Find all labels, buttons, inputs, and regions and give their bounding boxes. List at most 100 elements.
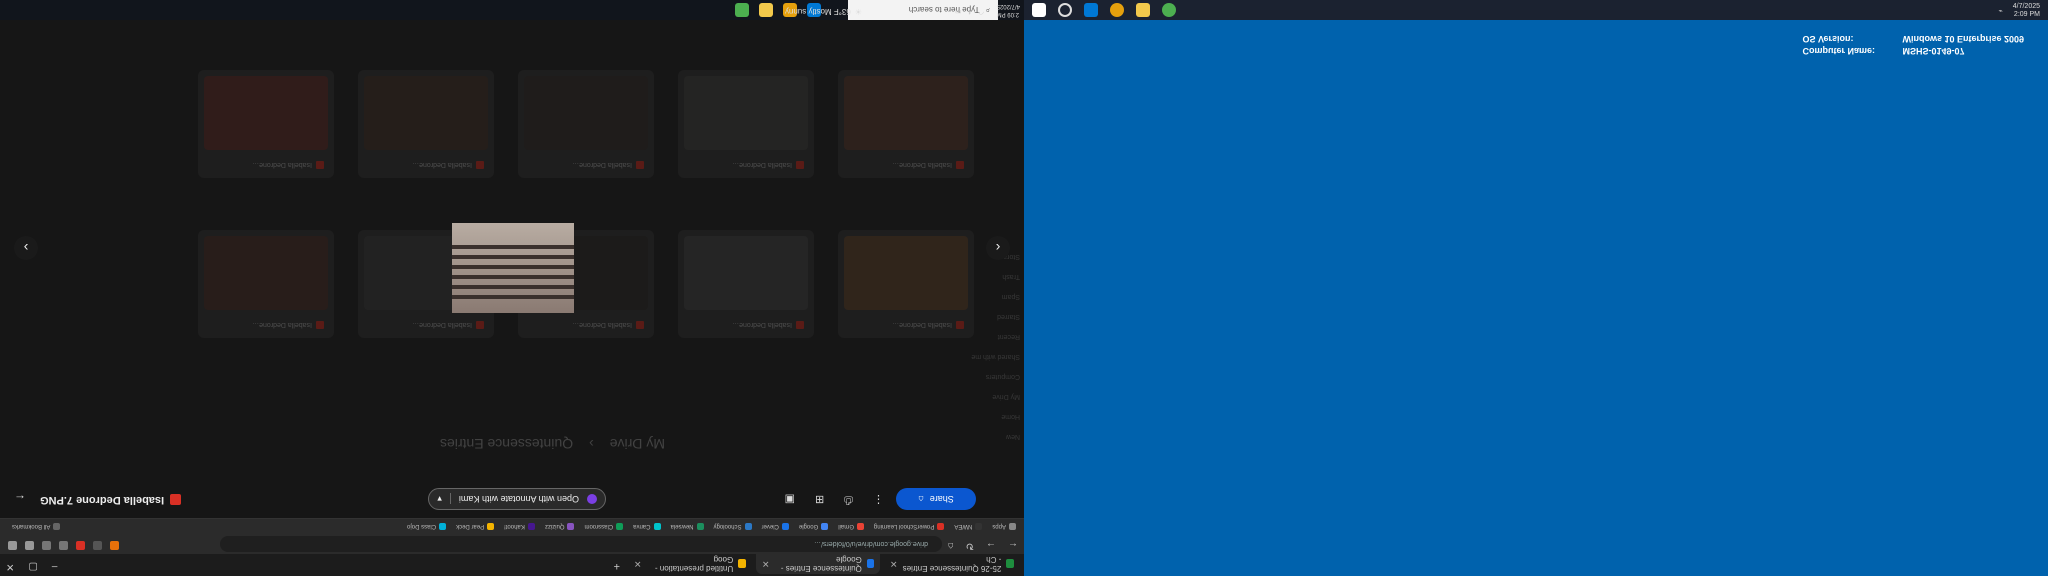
kami-icon [587, 494, 597, 504]
minimize-icon[interactable]: – [52, 561, 58, 572]
extension-icon[interactable] [93, 541, 102, 550]
all-bookmarks[interactable]: All Bookmarks [12, 523, 61, 530]
bookmark-item[interactable]: Kahoot! [504, 523, 535, 530]
more-vert-icon[interactable]: ⋮ [873, 493, 884, 506]
flipped-screen: 25-26 Quintessence Entries - Ch ✕ Quinte… [0, 0, 1024, 576]
address-bar-row: ← → ↻ ⌂ drive.google.com/drive/u/0/folde… [0, 534, 1024, 554]
drive-icon [866, 559, 874, 569]
chrome-icon[interactable] [1110, 3, 1124, 17]
close-icon[interactable]: ✕ [890, 559, 898, 570]
sun-icon: ☀ [854, 7, 862, 16]
print-icon[interactable]: ⎙ [844, 493, 853, 506]
tab-label: 25-26 Quintessence Entries - Ch [902, 555, 1002, 573]
nav-buttons: ← → ↻ ⌂ [948, 540, 1018, 551]
extension-icon[interactable] [42, 541, 51, 550]
system-tray: ◠ ◖ ▭ [955, 8, 984, 16]
windows-taskbar: ⌕ Type here to search ☀ 63°F Mostly sunn… [0, 0, 1024, 20]
volume-icon[interactable]: ◖ [968, 8, 972, 16]
comment-icon[interactable]: ▣ [785, 493, 795, 506]
tab-quintessence-sheet[interactable]: 25-26 Quintessence Entries - Ch ✕ [884, 554, 1020, 574]
drive-page: My Drive › Quintessence Entries New Home… [0, 0, 1024, 518]
bookmark-item[interactable]: Quizizz [545, 523, 575, 530]
weather-text: 63°F Mostly sunny [784, 7, 851, 16]
bookmark-item[interactable]: Class Dojo [407, 523, 447, 530]
wifi-icon[interactable]: ◠ [978, 8, 984, 16]
bookmark-item[interactable]: Classroom [584, 523, 624, 530]
bookmark-item[interactable]: Canva [633, 523, 661, 530]
viewer-header: ← Isabella Dedrone 7.PNG Open with Annot… [0, 478, 1024, 518]
window-controls: – ▢ ✕ [6, 561, 57, 572]
new-tab-icon[interactable]: + [614, 560, 620, 572]
close-icon[interactable]: ✕ [634, 559, 642, 570]
taskbar-clock[interactable]: 4/7/2025 2:09 PM [2013, 3, 2040, 19]
bginfo-panel: OS Version: Windows 10 Enterprise 2009 C… [1803, 34, 2024, 56]
extension-icons [8, 541, 119, 550]
bookmark-item[interactable]: NWEA [954, 523, 983, 530]
network-icon[interactable]: ⌁ [1999, 7, 2003, 15]
tab-strip: 25-26 Quintessence Entries - Ch ✕ Quinte… [0, 554, 1024, 576]
share-button[interactable]: Share ⌂ [896, 488, 976, 510]
tab-quintessence-drive[interactable]: Quintessence Entries - Google ✕ [756, 554, 880, 574]
close-icon[interactable]: ✕ [762, 559, 770, 570]
clock-date: 4/7/2025 [2012, 3, 2040, 10]
clock-date: 4/7/2025 [996, 3, 1020, 9]
lock-icon: ⌂ [918, 494, 924, 504]
forward-icon[interactable]: → [986, 540, 996, 551]
right-monitor: ⌁ 4/7/2025 2:09 PM OS Version: Windows 1… [1024, 0, 2048, 576]
open-with-label: Open with Annotate with Kami [458, 494, 579, 504]
bookmark-item[interactable]: Clever [762, 523, 789, 530]
bookmark-item[interactable]: Google [799, 523, 829, 530]
computer-name-value: MSHS-0149-07 [1902, 46, 1965, 56]
image-preview [452, 223, 574, 313]
maximize-icon[interactable]: ▢ [28, 561, 37, 572]
bookmark-item[interactable]: Apps [992, 523, 1016, 530]
tab-presentation[interactable]: Untitled presentation - Goog ✕ [628, 554, 752, 574]
viewer-toolbar: ⋮ ⎙ ⊞ ▣ [785, 493, 884, 506]
bookmark-item[interactable]: Pear Deck [456, 523, 495, 530]
profile-icon[interactable] [25, 541, 34, 550]
arrow-left-icon[interactable]: ← [14, 492, 26, 506]
home-icon[interactable]: ⌂ [948, 540, 954, 551]
extension-icon[interactable] [59, 541, 68, 550]
extension-icon[interactable] [110, 541, 119, 550]
bookmark-item[interactable]: PowerSchool Learning [874, 523, 945, 530]
windows-start-icon[interactable] [1032, 3, 1046, 17]
search-icon[interactable] [1058, 3, 1072, 17]
address-input[interactable]: drive.google.com/drive/u/0/folders/… [220, 536, 942, 552]
windows-taskbar-right: ⌁ 4/7/2025 2:09 PM [1024, 0, 2048, 20]
battery-icon[interactable]: ▭ [955, 8, 962, 16]
tab-label: Quintessence Entries - Google [780, 555, 862, 573]
os-version-label: OS Version: [1802, 34, 1854, 44]
folder-icon[interactable] [759, 3, 773, 17]
taskbar-clock[interactable]: 2:09 PM 4/7/2025 [997, 2, 1020, 18]
computer-name-label: Computer Name: [1802, 46, 1876, 56]
chrome-icon[interactable] [1162, 3, 1176, 17]
viewer-file-title: Isabella Dedrone 7.PNG [40, 494, 182, 506]
os-version-value: Windows 10 Enterprise 2009 [1902, 34, 2024, 44]
extension-icon[interactable] [76, 541, 85, 550]
bookmark-item[interactable]: Gmail [838, 523, 864, 530]
outlook-icon[interactable] [1084, 3, 1098, 17]
sheets-icon [1006, 559, 1014, 569]
back-icon[interactable]: ← [1008, 540, 1018, 551]
menu-icon[interactable] [8, 541, 17, 550]
bookmark-item[interactable]: Newsela [671, 523, 704, 530]
reload-icon[interactable]: ↻ [966, 540, 974, 551]
add-to-drive-icon[interactable]: ⊞ [815, 493, 824, 506]
left-monitor: 25-26 Quintessence Entries - Ch ✕ Quinte… [0, 0, 1024, 576]
chevron-down-icon[interactable]: ▾ [437, 493, 451, 505]
close-window-icon[interactable]: ✕ [6, 561, 14, 572]
search-icon: ⌕ [985, 6, 990, 15]
clock-time: 2:09 PM [996, 11, 1019, 17]
weather-widget[interactable]: ☀ 63°F Mostly sunny [785, 7, 862, 16]
share-label: Share [929, 494, 954, 504]
folder-icon[interactable] [1136, 3, 1150, 17]
bookmark-item[interactable]: Schoology [714, 523, 752, 530]
open-with-button[interactable]: Open with Annotate with Kami ▾ [428, 488, 606, 510]
prev-arrow-icon[interactable]: › [14, 236, 38, 260]
taskbar-apps [1032, 3, 1176, 17]
clock-time: 2:09 PM [2013, 11, 2040, 18]
next-arrow-icon[interactable]: ‹ [986, 236, 1010, 260]
tab-label: Untitled presentation - Goog [654, 555, 734, 573]
chrome-icon[interactable] [735, 3, 749, 17]
